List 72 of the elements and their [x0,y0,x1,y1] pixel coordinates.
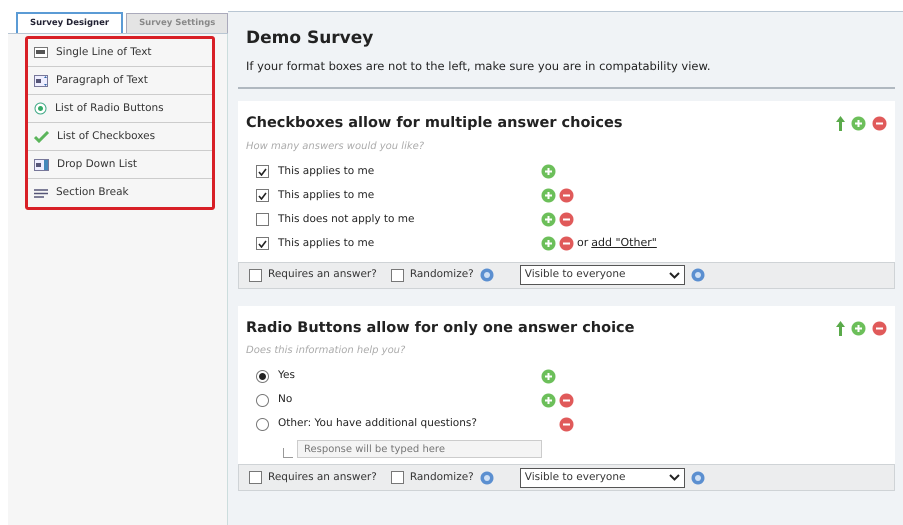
remove-icon[interactable] [559,212,574,227]
toolbox-item[interactable]: Single Line of Text [28,39,212,67]
radio-button[interactable] [256,370,269,383]
checkbox[interactable] [256,237,269,250]
checkbox[interactable] [256,189,269,202]
checkbox[interactable] [249,268,262,282]
dropdown-list-icon [34,158,49,170]
option-label: This applies to me [278,164,374,179]
toolbox-item[interactable]: Paragraph of Text [28,67,212,95]
add-icon[interactable] [541,236,556,251]
checkbox-label: Randomize? [410,267,474,282]
indent-connector-icon [283,448,293,458]
add-icon[interactable] [851,320,866,336]
add-icon[interactable] [541,392,556,408]
checkmark [258,168,267,176]
add-other-link[interactable]: add "Other" [591,235,657,252]
add-icon[interactable] [541,164,556,179]
radio-button-icon [34,102,47,115]
toolbox-item[interactable]: List of Radio Buttons [28,95,212,123]
up-arrow-icon[interactable] [836,116,845,132]
remove-icon[interactable] [872,320,887,336]
help-icon [480,470,494,485]
tab[interactable]: Survey Designer [16,12,124,33]
text-area-icon [34,74,48,86]
radio-button[interactable] [256,394,269,407]
remove-icon[interactable] [559,416,574,432]
toolbox-item[interactable]: Drop Down List [28,151,212,179]
checkbox[interactable] [390,268,404,282]
option-label: No [278,392,292,408]
checkbox-label: Requires an answer? [268,267,377,282]
toolbox-item[interactable]: Section Break [28,179,212,207]
survey-title: Demo Survey [246,27,374,50]
add-icon[interactable] [851,116,866,132]
help-icon [690,470,705,485]
visibility-dropdown[interactable]: Visible to everyone [520,468,685,488]
survey-instructions: If your format boxes are not to the left, make sure you are in compatability view. [246,58,712,74]
checkbox[interactable] [390,471,404,484]
help-icon [480,268,494,282]
add-icon[interactable] [541,368,556,384]
option-label: Other: You have additional questions? [278,416,477,432]
checkbox[interactable] [249,471,262,484]
option-label: This applies to me [278,236,374,251]
question-title: Checkboxes allow for multiple answer choices [246,114,622,133]
option-label: This applies to me [278,188,374,203]
question-hint: How many answers would you like? [246,140,426,154]
lines-icon [34,188,48,198]
caret-icon [668,272,680,278]
toolbox-item[interactable]: List of Checkboxes [28,123,212,151]
checkbox-label: Randomize? [410,470,474,485]
checkbox[interactable] [256,213,269,226]
option-label: This does not apply to me [278,212,414,227]
question-hint: Does this information help you? [246,344,406,358]
radio-button[interactable] [256,418,269,431]
checkbox-label: Requires an answer? [268,470,377,485]
checkmark [258,240,267,248]
remove-icon[interactable] [872,116,887,132]
checkmark [258,192,267,200]
or-text: or [577,235,588,252]
help-icon [690,268,705,282]
question-title: Radio Buttons allow for only one answer choice [246,318,634,338]
remove-icon[interactable] [559,188,574,203]
visibility-dropdown[interactable]: Visible to everyone [520,265,685,285]
checkbox[interactable] [256,165,269,178]
remove-icon[interactable] [559,236,574,251]
remove-icon[interactable] [559,392,574,408]
up-arrow-icon[interactable] [836,320,845,336]
text-field-icon [34,47,48,58]
add-icon[interactable] [541,188,556,203]
add-icon[interactable] [541,212,556,227]
option-label: Yes [278,368,295,384]
checkmark-icon [34,130,49,142]
caret-icon [668,474,680,482]
